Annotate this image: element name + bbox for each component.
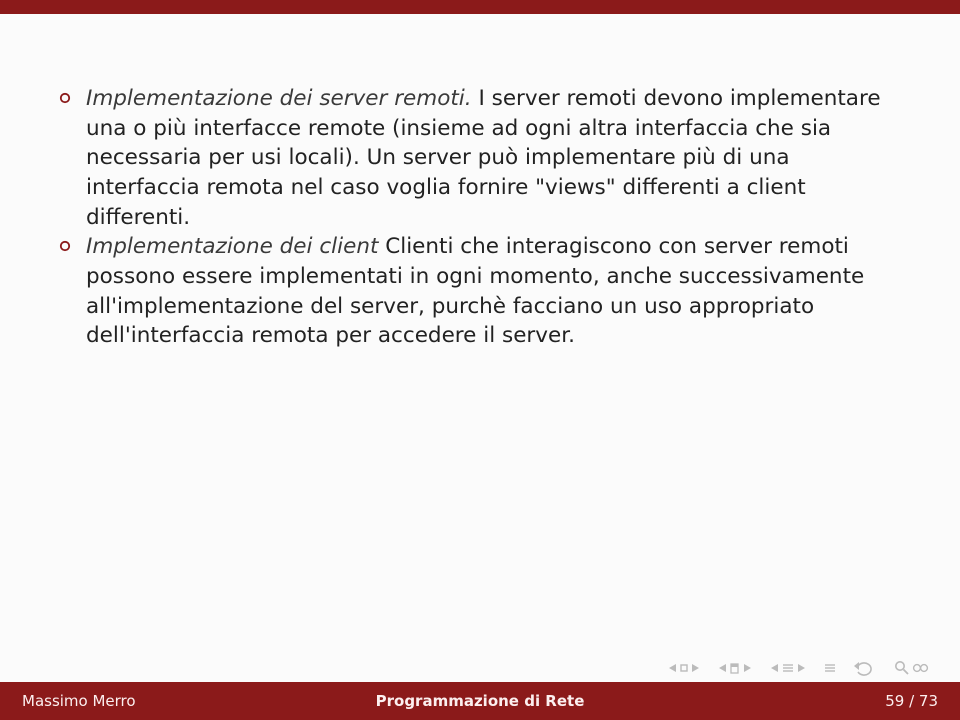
bullet-item: Implementazione dei client Clienti che i… [58, 232, 902, 351]
undo-icon [854, 660, 876, 676]
triangle-right-icon [796, 663, 806, 673]
nav-prev-section[interactable] [718, 663, 752, 674]
nav-undo[interactable] [854, 660, 876, 676]
lines-icon [782, 663, 794, 673]
footer-page: 59 / 73 [885, 692, 938, 710]
bullet-text: Implementazione dei client Clienti che i… [86, 232, 902, 351]
nav-next[interactable] [824, 663, 836, 673]
triangle-left-icon [770, 663, 780, 673]
triangle-left-icon [668, 663, 678, 673]
doc-icon [730, 663, 740, 674]
lines-icon [824, 663, 836, 673]
bullet-text: Implementazione dei server remoti. I ser… [86, 84, 902, 232]
square-icon [680, 664, 688, 672]
bullet-title: Implementazione dei server remoti. [86, 86, 478, 111]
triangle-right-icon [690, 663, 700, 673]
nav-controls [668, 660, 930, 676]
nav-search[interactable] [894, 660, 930, 676]
top-accent-bar [0, 0, 960, 14]
bullet-title: Implementazione dei client [86, 234, 385, 259]
bullet-dot-icon [58, 232, 72, 351]
footer-title: Programmazione di Rete [376, 692, 585, 710]
footer-author: Massimo Merro [22, 692, 136, 710]
nav-circles-icon [912, 661, 930, 675]
slide: Implementazione dei server remoti. I ser… [0, 0, 960, 720]
nav-first[interactable] [668, 663, 700, 673]
search-icon [894, 660, 910, 676]
triangle-left-icon [718, 663, 728, 673]
nav-prev[interactable] [770, 663, 806, 673]
slide-content: Implementazione dei server remoti. I ser… [0, 14, 960, 682]
bullet-dot-icon [58, 84, 72, 232]
footer-bar: Massimo Merro Programmazione di Rete 59 … [0, 682, 960, 720]
triangle-right-icon [742, 663, 752, 673]
bullet-item: Implementazione dei server remoti. I ser… [58, 84, 902, 232]
